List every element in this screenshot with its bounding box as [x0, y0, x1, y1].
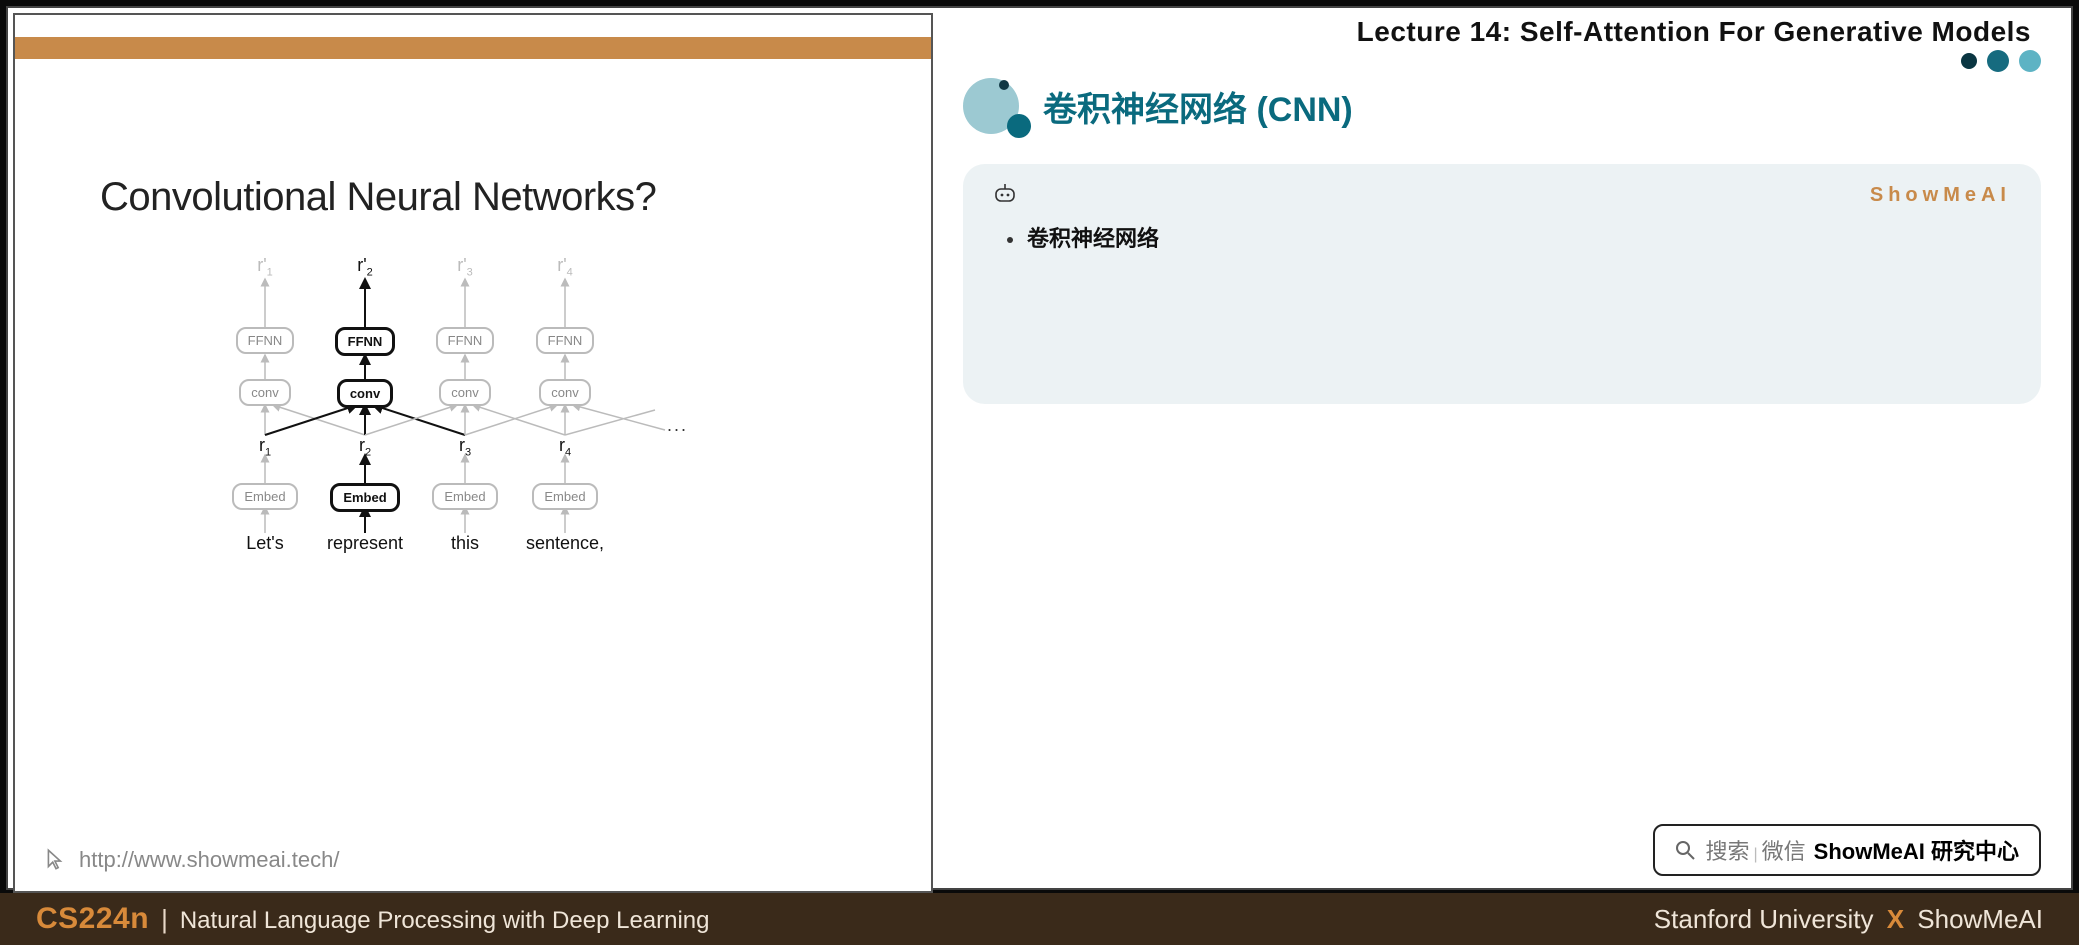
dot-icon: [1987, 50, 2009, 72]
robot-icon: [993, 184, 1017, 204]
footer-x: X: [1887, 904, 1904, 934]
out-r4: r'4: [557, 255, 573, 275]
out-r2: r'2: [357, 255, 373, 275]
diagram-ellipsis: ...: [667, 415, 688, 436]
r-label: r1: [259, 435, 271, 455]
embed-box: Embed: [432, 483, 497, 510]
word: represent: [327, 533, 403, 553]
word: sentence,: [526, 533, 604, 553]
lecture-title: Lecture 14: Self-Attention For Generativ…: [963, 8, 2041, 78]
decorative-dots: [1961, 50, 2041, 72]
dot-icon: [1961, 53, 1977, 69]
cursor-icon: [43, 847, 69, 873]
ffnn-box: FFNN: [536, 327, 595, 354]
search-text: 搜索|微信ShowMeAI 研究中心: [1705, 834, 2019, 866]
conv-box: conv: [539, 379, 590, 406]
section-header: 卷积神经网络 (CNN): [963, 78, 2041, 134]
embed-box: Embed: [232, 483, 297, 510]
bullet-text: 卷积神经网络: [1027, 226, 1159, 251]
out-r3: r'3: [457, 255, 473, 275]
diagram-row-ffnn: FFNN FFNN FFNN FFNN: [215, 327, 735, 356]
course-name: Natural Language Processing with Deep Le…: [180, 907, 710, 935]
ffnn-box: FFNN: [335, 327, 396, 356]
footer-brand: ShowMeAI: [1917, 904, 2043, 934]
section-logo-icon: [963, 78, 1029, 134]
footer-university: Stanford University: [1654, 904, 1874, 934]
conv-box: conv: [337, 379, 393, 408]
diagram-row-r: r1 r2 r3 r4: [215, 435, 735, 459]
diagram-row-embed: Embed Embed Embed Embed: [215, 483, 735, 512]
slide-title: Convolutional Neural Networks?: [100, 175, 656, 220]
conv-box: conv: [239, 379, 290, 406]
embed-box: Embed: [330, 483, 399, 512]
course-code: CS224n: [36, 902, 149, 936]
main-content: Convolutional Neural Networks?: [6, 6, 2073, 890]
r-label: r2: [359, 435, 371, 455]
url-text: http://www.showmeai.tech/: [79, 847, 339, 873]
diagram-row-conv: conv conv conv conv: [215, 379, 735, 408]
ffnn-box: FFNN: [436, 327, 495, 354]
separator: |: [161, 904, 168, 935]
dot-icon: [2019, 50, 2041, 72]
bullet-icon: [1007, 237, 1013, 243]
brand-watermark: ShowMeAI: [1870, 184, 2011, 207]
conv-box: conv: [439, 379, 490, 406]
page-footer: CS224n | Natural Language Processing wit…: [0, 893, 2079, 945]
diagram-row-outputs: r'1 r'2 r'3 r'4: [215, 255, 735, 279]
ffnn-box: FFNN: [236, 327, 295, 354]
search-callout: 搜索|微信ShowMeAI 研究中心: [1653, 824, 2041, 876]
notes-pane: Lecture 14: Self-Attention For Generativ…: [933, 8, 2071, 888]
embed-box: Embed: [532, 483, 597, 510]
word: Let's: [246, 533, 283, 553]
lecture-slide: Convolutional Neural Networks?: [13, 13, 933, 893]
word: this: [451, 533, 479, 553]
cnn-diagram: r'1 r'2 r'3 r'4 FFNN FFNN FFNN FFNN conv…: [215, 255, 735, 585]
section-title: 卷积神经网络 (CNN): [1043, 82, 1353, 131]
slide-footer-url: http://www.showmeai.tech/: [43, 847, 339, 873]
slide-accent-bar: [15, 37, 931, 59]
r-label: r3: [459, 435, 471, 455]
r-label: r4: [559, 435, 571, 455]
note-bullet: 卷积神经网络: [993, 221, 2011, 253]
diagram-row-words: Let's represent this sentence,: [215, 533, 735, 554]
footer-left: CS224n | Natural Language Processing wit…: [36, 902, 710, 936]
notes-card: ShowMeAI 卷积神经网络: [963, 164, 2041, 404]
search-icon: [1675, 840, 1695, 860]
out-r1: r'1: [257, 255, 273, 275]
footer-right: Stanford University X ShowMeAI: [1654, 904, 2043, 935]
